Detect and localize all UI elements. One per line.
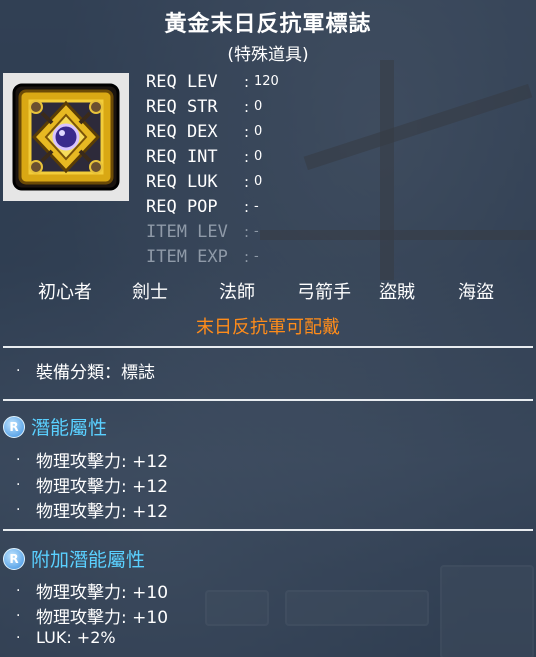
bonus-potential-line: · 物理攻擊力: +10 <box>16 603 169 629</box>
requirement-value: 0 <box>254 149 263 164</box>
requirement-value: - <box>254 224 259 239</box>
requirement-row: ITEM LEV: - <box>146 219 279 244</box>
potential-line: · 物理攻擊力: +12 <box>16 472 169 498</box>
divider <box>3 346 533 348</box>
requirements-list: REQ LEV:120 REQ STR:0 REQ DEX:0 REQ INT:0 RE… <box>146 69 279 269</box>
requirement-label: REQ POP <box>146 196 218 217</box>
item-tooltip: 黃金末日反抗軍標誌 (特殊道具) REQ LEV:120 REQ STR:0 REQ… <box>0 0 536 657</box>
job-magician: 法師 <box>219 282 255 303</box>
bullet: · <box>16 476 21 493</box>
job-thief: 盜賊 <box>379 282 415 303</box>
bullet: · <box>16 501 21 518</box>
job-list: 初心者 劍士 法師 弓箭手 盜賊 海盜 <box>0 278 536 303</box>
requirement-separator: : <box>244 97 250 116</box>
potential-line: · 物理攻擊力: +12 <box>16 447 169 473</box>
rank-r-icon: R <box>3 547 25 570</box>
requirement-value: 120 <box>254 74 279 89</box>
bullet: · <box>16 607 21 624</box>
requirement-label: REQ STR <box>146 96 218 117</box>
requirement-value: - <box>254 199 259 214</box>
requirement-label: REQ LUK <box>146 171 218 192</box>
requirement-separator: : <box>244 247 250 266</box>
requirement-label: REQ LEV <box>146 71 218 92</box>
rank-r-icon: R <box>3 415 25 438</box>
divider <box>3 529 533 531</box>
bonus-potential-value: LUK: +2% <box>36 628 116 647</box>
bonus-potential-line: · LUK: +2% <box>16 628 116 647</box>
requirement-value: 0 <box>254 174 263 189</box>
requirement-value: 0 <box>254 124 263 139</box>
requirement-row: ITEM EXP: - <box>146 244 279 269</box>
job-pirate: 海盜 <box>458 282 494 303</box>
job-beginner: 初心者 <box>38 282 92 303</box>
requirement-separator: : <box>244 172 250 191</box>
equip-type: 裝備分類：標誌 <box>36 363 155 383</box>
requirement-row: REQ LEV:120 <box>146 69 279 94</box>
divider <box>3 399 533 401</box>
requirement-label: REQ INT <box>146 146 218 167</box>
requirement-separator: : <box>244 147 250 166</box>
requirement-label: REQ DEX <box>146 121 218 142</box>
bullet: · <box>16 362 21 379</box>
equip-type-line: · 裝備分類：標誌 <box>16 358 155 384</box>
bonus-potential-header: R 附加潛能屬性 <box>3 545 145 572</box>
requirement-separator: : <box>244 197 250 216</box>
requirement-row: REQ STR:0 <box>146 94 279 119</box>
bullet: · <box>16 451 21 468</box>
potential-value: 物理攻擊力: +12 <box>36 477 169 497</box>
requirement-row: REQ POP: - <box>146 194 279 219</box>
potential-value: 物理攻擊力: +12 <box>36 452 169 472</box>
bonus-potential-title: 附加潛能屬性 <box>31 549 146 571</box>
item-name: 黃金末日反抗軍標誌 <box>164 11 372 37</box>
requirement-row: REQ DEX:0 <box>146 119 279 144</box>
potential-value: 物理攻擊力: +12 <box>36 502 169 522</box>
bonus-potential-value: 物理攻擊力: +10 <box>36 583 169 603</box>
requirement-label: ITEM EXP <box>146 246 228 267</box>
bullet: · <box>16 629 21 646</box>
job-warrior: 劍士 <box>132 282 168 303</box>
job-bowman: 弓箭手 <box>297 282 351 303</box>
requirement-value: - <box>254 249 259 264</box>
requirement-row: REQ INT:0 <box>146 144 279 169</box>
bullet: · <box>16 582 21 599</box>
potential-header: R 潛能屬性 <box>3 413 107 440</box>
requirement-separator: : <box>244 122 250 141</box>
golden-resistance-emblem-icon <box>12 83 120 191</box>
requirement-row: REQ LUK:0 <box>146 169 279 194</box>
bonus-potential-line: · 物理攻擊力: +10 <box>16 578 169 604</box>
requirement-value: 0 <box>254 99 263 114</box>
item-icon-frame <box>3 73 129 201</box>
wear-restriction: 末日反抗軍可配戴 <box>196 317 340 338</box>
requirement-separator: : <box>244 222 250 241</box>
bonus-potential-value: 物理攻擊力: +10 <box>36 608 169 628</box>
requirement-label: ITEM LEV <box>146 221 228 242</box>
item-category: (特殊道具) <box>227 45 309 65</box>
potential-title: 潛能屬性 <box>31 417 108 439</box>
potential-line: · 物理攻擊力: +12 <box>16 497 169 523</box>
requirement-separator: : <box>244 72 250 91</box>
